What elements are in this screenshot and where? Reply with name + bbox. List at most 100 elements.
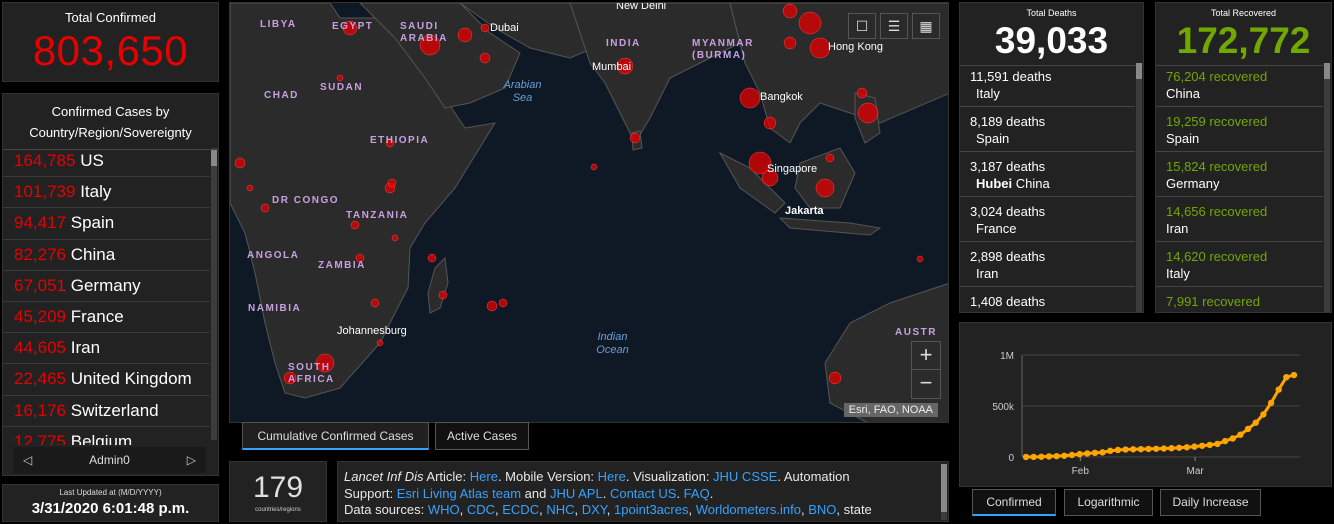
country-row[interactable]: 164,785 US — [3, 146, 210, 178]
country-name: Germany — [70, 275, 141, 295]
deaths-row[interactable]: 8,189 deaths Spain — [960, 107, 1135, 152]
recovered-row[interactable]: 14,620 recovered Italy — [1156, 242, 1323, 287]
chevron-right-icon[interactable]: ▷ — [187, 447, 196, 473]
deaths-row[interactable]: 3,187 deaths Hubei China — [960, 152, 1135, 197]
chart-data-point — [1084, 450, 1091, 457]
separator: , — [574, 502, 582, 517]
data-source-link[interactable]: CDC — [467, 502, 495, 517]
jhu-csse-link[interactable]: JHU CSSE — [713, 469, 777, 484]
country-row[interactable]: 45,209 France — [3, 302, 210, 334]
chart-tab-logarithmic[interactable]: Logarithmic — [1064, 489, 1153, 516]
data-source-link[interactable]: Worldometers.info — [696, 502, 801, 517]
info-scroll-thumb[interactable] — [941, 464, 947, 512]
contact-link[interactable]: Contact US — [610, 486, 676, 501]
deaths-row[interactable]: 3,024 deaths France — [960, 197, 1135, 242]
country-row[interactable]: 101,739 Italy — [3, 177, 210, 209]
recovered-header: Total Recovered 172,772 — [1156, 8, 1331, 66]
info-text: . — [676, 485, 684, 501]
chart-data-point — [1061, 452, 1068, 459]
data-source-link[interactable]: NHC — [546, 502, 574, 517]
countries-count-panel: 179 countries/regions — [229, 461, 327, 522]
recovered-scroll-thumb[interactable] — [1324, 63, 1330, 79]
cases-list-scrollbar[interactable] — [211, 148, 217, 440]
esri-link[interactable]: Esri Living Atlas team — [397, 486, 521, 501]
admin-label: Admin0 — [89, 453, 130, 467]
zoom-in-button[interactable]: + — [912, 342, 940, 370]
deaths-location-bold: Hubei — [976, 176, 1013, 191]
chart-data-point — [1260, 411, 1267, 418]
data-source-link[interactable]: WHO — [428, 502, 460, 517]
cases-list[interactable]: 164,785 US 101,739 Italy 94,417 Spain 82,27… — [3, 146, 210, 445]
bookmark-icon[interactable]: ☐ — [848, 13, 876, 39]
jhu-apl-link[interactable]: JHU APL — [550, 486, 603, 501]
country-row[interactable]: 94,417 Spain — [3, 208, 210, 240]
recovered-row[interactable]: 76,204 recovered China — [1156, 62, 1323, 107]
countries-count-label: countries/regions — [255, 507, 301, 513]
chart-data-point — [1122, 446, 1129, 453]
chevron-left-icon[interactable]: ◁ — [23, 447, 32, 473]
deaths-row[interactable]: 11,591 deaths Italy — [960, 62, 1135, 107]
map-city-label: Dubai — [490, 22, 519, 34]
deaths-location: Spain — [970, 130, 1135, 147]
recovered-list[interactable]: 76,204 recovered China 19,259 recovered Spa… — [1156, 62, 1323, 312]
chart-data-point — [1099, 449, 1106, 456]
tab-cumulative-confirmed[interactable]: Cumulative Confirmed Cases — [242, 422, 429, 450]
cases-list-title: Confirmed Cases by Country/Region/Sovere… — [3, 94, 218, 150]
country-row[interactable]: 82,276 China — [3, 240, 210, 271]
cases-scroll-thumb[interactable] — [211, 150, 217, 166]
chart-data-point — [1030, 453, 1037, 461]
chart-panel: 0 500k 1M Feb Mar — [959, 322, 1332, 487]
deaths-scroll-thumb[interactable] — [1136, 63, 1142, 79]
zoom-out-button[interactable]: − — [912, 370, 940, 398]
map-city-label: Singapore — [767, 163, 818, 175]
recovered-location: Italy — [1166, 266, 1190, 281]
info-text: . — [602, 485, 610, 501]
list-icon[interactable]: ☰ — [880, 13, 908, 39]
map-view[interactable]: LIBYA EGYPT SAUDI ARABIA INDIA MYANMAR (… — [229, 2, 949, 423]
country-row[interactable]: 16,176 Switzerland — [3, 396, 210, 427]
deaths-row[interactable]: 1,408 deaths — [960, 287, 1135, 312]
deaths-list[interactable]: 11,591 deaths Italy 8,189 deaths Spain 3,187… — [960, 62, 1135, 312]
country-name: Spain — [70, 213, 115, 233]
chart-data-point — [1229, 435, 1236, 442]
country-case-count: 67,051 — [14, 275, 66, 295]
deaths-location: France — [970, 220, 1135, 237]
chart-tab-confirmed[interactable]: Confirmed — [972, 489, 1056, 516]
chart-tab-daily-increase[interactable]: Daily Increase — [1160, 489, 1261, 516]
data-source-link[interactable]: 1point3acres — [614, 502, 688, 517]
deaths-row[interactable]: 2,898 deaths Iran — [960, 242, 1135, 287]
deaths-scrollbar[interactable] — [1136, 63, 1142, 312]
recovered-row[interactable]: 7,991 recovered — [1156, 287, 1323, 312]
recovered-count: 7,991 recovered — [1166, 294, 1260, 309]
total-confirmed-panel: Total Confirmed 803,650 — [2, 2, 219, 82]
country-row[interactable]: 22,465 United Kingdom — [3, 364, 210, 396]
deaths-header: Total Deaths 39,033 — [960, 8, 1143, 66]
article-link[interactable]: Here — [470, 469, 498, 484]
map-region-label: NAMIBIA — [248, 303, 302, 314]
country-row[interactable]: 12,775 Belgium — [3, 427, 210, 445]
info-scrollbar[interactable] — [941, 464, 947, 520]
map-attribution: Esri, FAO, NOAA — [843, 403, 938, 417]
faq-link[interactable]: FAQ — [684, 486, 710, 501]
recovered-scrollbar[interactable] — [1324, 63, 1330, 312]
qr-code-icon[interactable]: ▦ — [912, 13, 940, 39]
recovered-location: Iran — [1166, 221, 1189, 236]
country-row[interactable]: 44,605 Iran — [3, 333, 210, 365]
chart-data-point — [1275, 386, 1282, 393]
chart-data-point — [1244, 425, 1252, 433]
map-city-label: Hong Kong — [828, 41, 884, 53]
recovered-row[interactable]: 19,259 recovered Spain — [1156, 107, 1323, 152]
last-updated-panel: Last Updated at (M/D/YYYY) 3/31/2020 6:0… — [2, 484, 219, 522]
recovered-row[interactable]: 14,656 recovered Iran — [1156, 197, 1323, 242]
country-case-count: 164,785 — [14, 151, 76, 170]
map-region-label: AUSTR — [895, 327, 937, 338]
mobile-link[interactable]: Here — [598, 469, 626, 484]
chart-data-point — [1214, 440, 1221, 448]
data-source-link[interactable]: ECDC — [502, 502, 539, 517]
data-source-link[interactable]: BNO — [808, 502, 836, 517]
data-source-link[interactable]: DXY — [582, 502, 607, 517]
recovered-row[interactable]: 15,824 recovered Germany — [1156, 152, 1323, 197]
chart-data-point — [1152, 445, 1160, 452]
tab-active-cases[interactable]: Active Cases — [435, 422, 529, 450]
country-row[interactable]: 67,051 Germany — [3, 271, 210, 302]
